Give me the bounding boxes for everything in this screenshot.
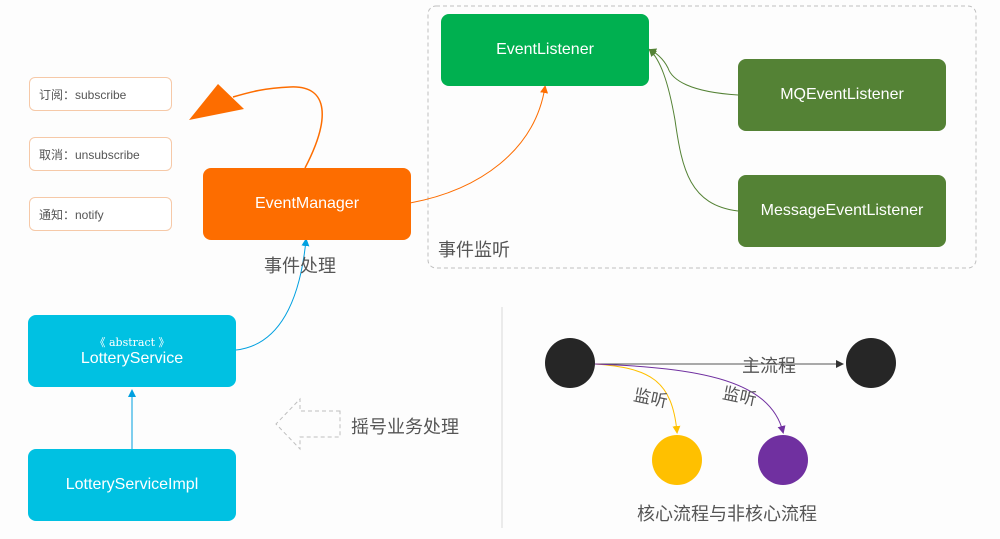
listener-group-caption: 事件监听 [438, 240, 510, 260]
event-listener-title: EventListener [496, 41, 594, 58]
flow-caption: 核心流程与非核心流程 [637, 504, 817, 524]
manager-to-ops-arrow [232, 86, 323, 169]
start-node [545, 338, 595, 388]
non-core-node [758, 435, 808, 485]
hollow-dashed-arrow [275, 397, 341, 451]
mq-listener-node: MQEventListener [738, 59, 946, 131]
main-flow-label: 主流程 [742, 356, 796, 376]
lottery-impl-title: LotteryServiceImpl [65, 476, 199, 493]
op-notify: 通知：notify [29, 197, 172, 231]
event-manager-title: EventManager [254, 195, 360, 212]
manager-to-listener-arrow [409, 85, 549, 204]
big-arrowhead [189, 84, 244, 120]
event-manager-caption: 事件处理 [264, 256, 336, 276]
message-listener-title: MessageEventListener [760, 202, 924, 219]
end-node [846, 338, 896, 388]
stereotype-label: 《 abstract 》 [94, 336, 170, 349]
core-node [652, 435, 702, 485]
event-manager-node: EventManager [203, 168, 411, 240]
mq-listener-title: MQEventListener [780, 86, 904, 103]
lottery-service-title: LotteryService [80, 350, 184, 367]
op-label: 订阅：subscribe [39, 87, 127, 102]
op-subscribe: 订阅：subscribe [29, 77, 172, 111]
op-label: 通知：notify [39, 207, 104, 222]
lottery-impl-node: LotteryServiceImpl [28, 449, 236, 521]
message-listener-node: MessageEventListener [738, 175, 946, 247]
lottery-arrow-caption: 摇号业务处理 [351, 417, 459, 437]
lottery-service-node: 《 abstract 》 LotteryService [28, 315, 236, 387]
message-to-listener-arrow [648, 48, 739, 212]
event-listener-node: EventListener [441, 14, 649, 86]
op-label: 取消：unsubscribe [39, 147, 140, 162]
op-unsubscribe: 取消：unsubscribe [29, 137, 172, 171]
